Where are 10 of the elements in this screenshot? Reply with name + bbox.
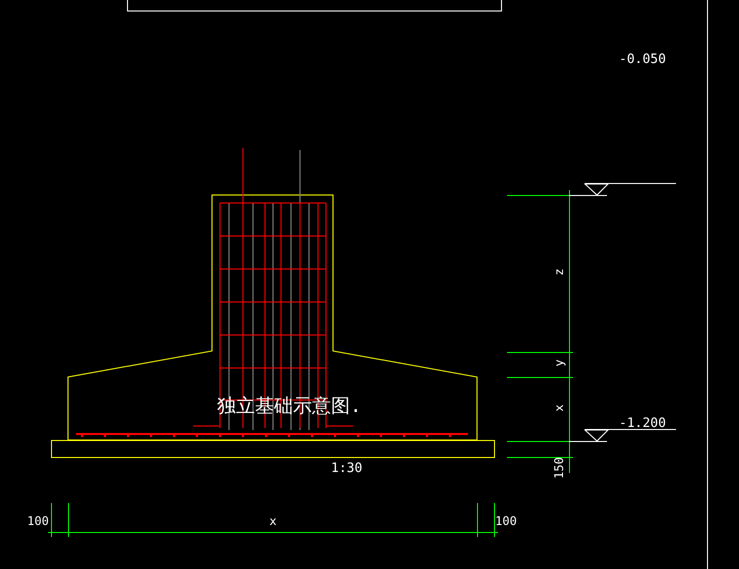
dimension-label: x <box>269 514 277 528</box>
dimension-label: 100 <box>495 514 517 528</box>
dimension-label: x <box>552 404 566 412</box>
dimension-label: z <box>552 268 566 276</box>
dimension-label: 150 <box>552 457 566 479</box>
dimension-label: 100 <box>27 514 49 528</box>
dimension-label: y <box>552 359 566 367</box>
scale-label: 1:30 <box>331 461 362 476</box>
elevation-label: -0.050 <box>619 52 666 67</box>
elevation-label: -1.200 <box>619 416 666 431</box>
